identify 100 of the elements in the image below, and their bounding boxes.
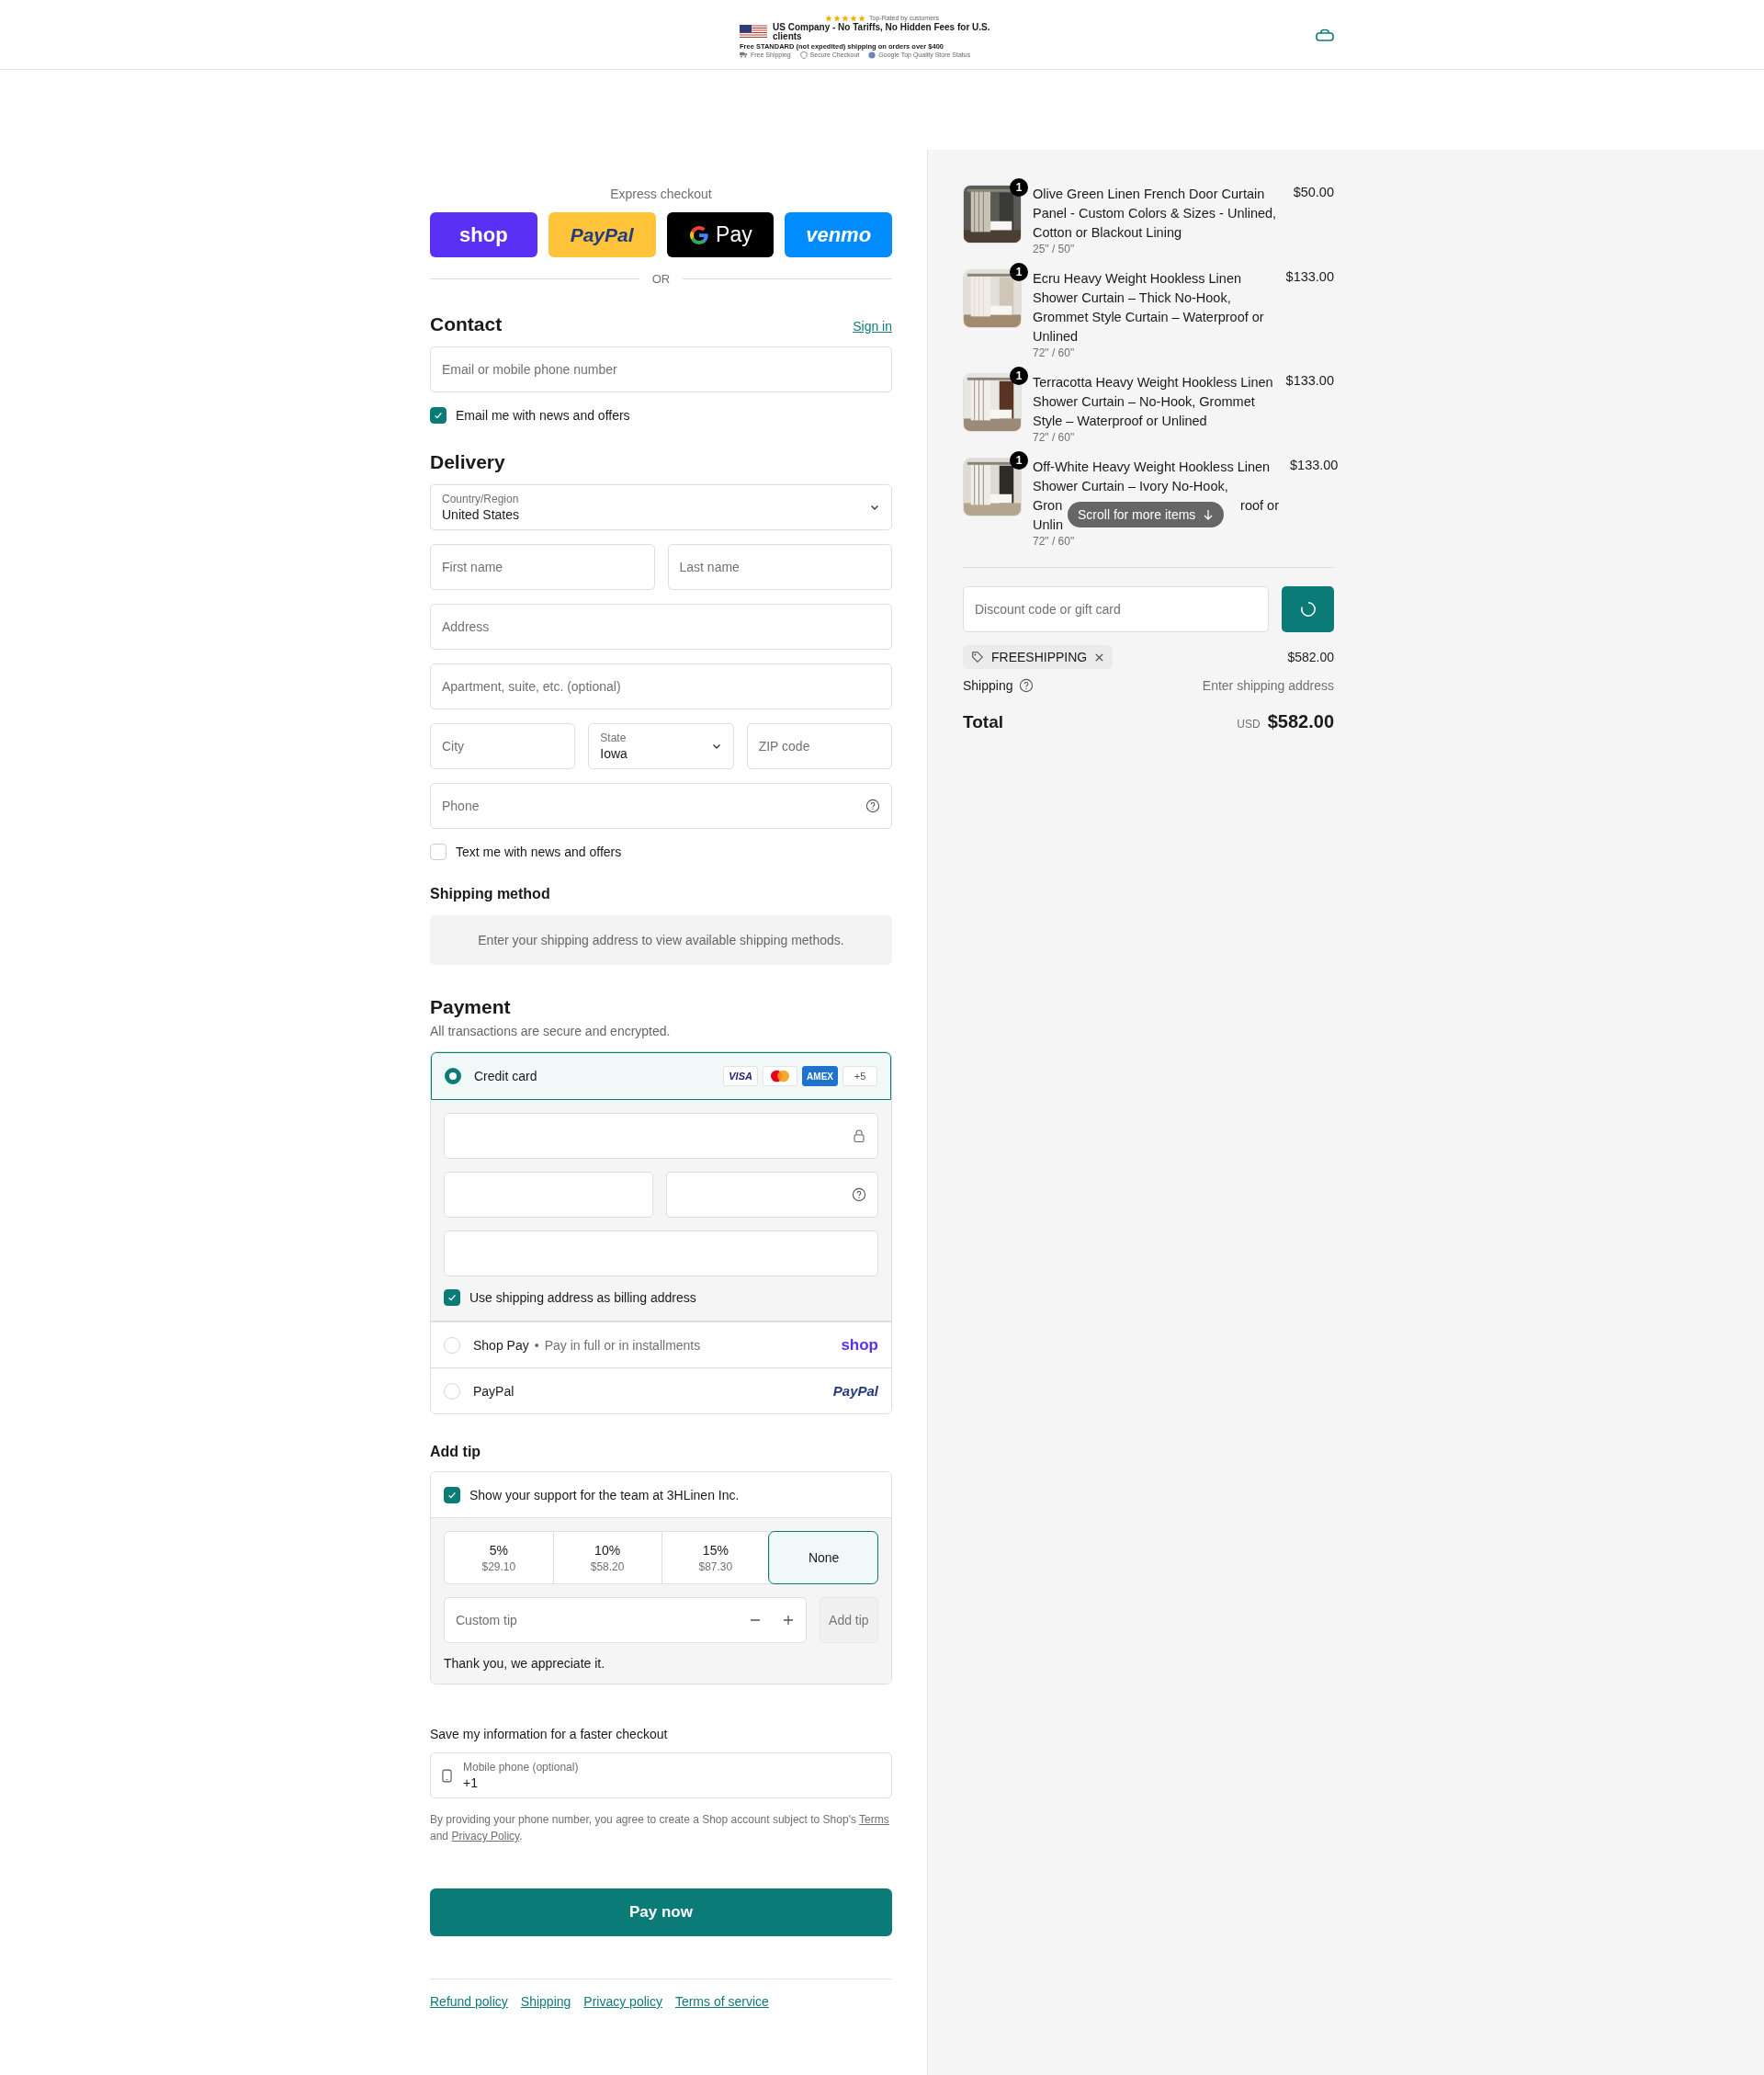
product-variant: 72" / 60"	[1033, 346, 1076, 359]
express-pay-button[interactable]: Pay	[666, 212, 775, 257]
checkbox-label: Text me with news and offers	[456, 845, 622, 859]
product-variant: 72" / 60"	[1033, 535, 1076, 548]
help-icon	[852, 1187, 866, 1202]
section-heading: Delivery	[430, 451, 506, 473]
product-variant: 25" / 50"	[1033, 243, 1076, 255]
section-heading: Contact	[430, 313, 503, 335]
phone-field[interactable]: Mobile phone (optional) +1	[430, 1752, 892, 1798]
checkbox-label: Email me with news and offers	[456, 408, 630, 423]
product-price: $133.00	[1290, 458, 1339, 474]
bag-icon[interactable]	[1316, 28, 1334, 41]
terms-link[interactable]: Terms	[859, 1813, 889, 1826]
lock-icon	[852, 1128, 866, 1143]
shipping-label: Shipping	[963, 678, 1013, 693]
truck-icon	[740, 51, 748, 58]
checkbox[interactable]	[444, 1486, 460, 1503]
info-message: Enter your shipping address to view available shipping methods.	[430, 915, 892, 965]
phone-icon	[442, 1768, 452, 1783]
footer-link[interactable]: Refund policy	[430, 1994, 508, 2009]
flag-icon	[740, 24, 767, 40]
divider-text: OR	[651, 272, 671, 286]
express-pay-button[interactable]: PayPal	[548, 212, 656, 257]
plus-icon[interactable]	[781, 1614, 795, 1627]
email-field[interactable]: Email or mobile phone number	[430, 346, 892, 392]
product-title: roof or	[1240, 497, 1279, 515]
quantity-badge: 1	[1010, 263, 1028, 281]
product-title: Gron	[1033, 497, 1063, 515]
express-pay-button[interactable]: shop	[430, 212, 537, 257]
state-select[interactable]: State Iowa	[588, 723, 734, 769]
checkbox-label: Use shipping address as billing address	[469, 1290, 696, 1305]
close-icon[interactable]	[1094, 652, 1105, 663]
shipping-value: Enter shipping address	[1202, 678, 1334, 693]
discount-code: FREESHIPPING	[991, 650, 1088, 664]
check-icon	[433, 410, 444, 421]
currency-code: USD	[1237, 718, 1261, 731]
footer-link[interactable]: Shipping	[520, 1994, 571, 2009]
input-field[interactable]	[444, 1113, 878, 1159]
banner-headline: US Company - No Tariffs, No Hidden Fees for U.S. clients	[773, 22, 991, 41]
apartment-field[interactable]: Apartment, suite, etc. (optional)	[430, 663, 892, 709]
product-price: $133.00	[1285, 269, 1334, 286]
footer-link[interactable]: Privacy policy	[583, 1994, 662, 2009]
quantity-badge: 1	[1010, 367, 1028, 385]
scroll-hint[interactable]: Scroll for more items	[1068, 502, 1225, 527]
first-name-field[interactable]: First name	[430, 544, 655, 590]
section-heading: Add tip	[430, 1444, 482, 1460]
sign-in-link[interactable]: Sign in	[853, 319, 892, 334]
thanks-text: Thank you, we appreciate it.	[444, 1656, 606, 1671]
section-subtitle: All transactions are secure and encrypted.	[430, 1024, 672, 1038]
discount-field[interactable]: Discount code or gift card	[963, 586, 1270, 632]
subtotal-amount: $582.00	[1287, 650, 1334, 664]
last-name-field[interactable]: Last name	[667, 544, 892, 590]
quantity-badge: 1	[1010, 178, 1028, 197]
product-title: Ecru Heavy Weight Hookless Linen Shower Curtain – Thick No-Hook, Grommet Style Curtain – Waterproof or Unlined	[1033, 270, 1265, 346]
section-caption: Express checkout	[609, 187, 713, 201]
product-title: Olive Green Linen French Door Curtain Panel - Custom Colors & Sizes - Unlined, Cotton or Blackout Lining	[1033, 186, 1278, 242]
city-field[interactable]: City	[430, 723, 576, 769]
product-price: $133.00	[1285, 373, 1334, 390]
section-heading: Shipping method	[430, 886, 551, 902]
shield-icon	[799, 51, 808, 59]
consent-text: By providing your phone number, you agree to create a Shop account subject to Shop's Terms and Privacy Policy.	[430, 1812, 890, 1844]
check-icon	[447, 1292, 458, 1303]
express-pay-button[interactable]: venmo	[785, 212, 892, 257]
input-field[interactable]	[666, 1172, 878, 1218]
product-price: $50.00	[1293, 185, 1334, 201]
zip-field[interactable]: ZIP code	[746, 723, 892, 769]
spinner-icon	[1299, 601, 1317, 618]
checkbox-label: Show your support for the team at 3HLinen Inc.	[469, 1487, 740, 1502]
card-brand-badge: VISA	[723, 1066, 759, 1086]
help-icon	[1018, 678, 1034, 693]
apply-button[interactable]	[1282, 586, 1334, 632]
card-brand-badge: +5	[842, 1066, 877, 1086]
total-label: Total	[963, 712, 1003, 732]
payment-option[interactable]: Credit card VISA AMEX +5	[431, 1052, 891, 1100]
radio-button[interactable]	[445, 1068, 461, 1084]
country-select[interactable]: Country/Region United States	[430, 484, 892, 530]
product-variant: 72" / 60"	[1033, 431, 1076, 444]
payment-option[interactable]: PayPal PayPal	[431, 1367, 891, 1413]
help-icon	[865, 799, 880, 813]
footer-link[interactable]: Terms of service	[674, 1994, 769, 2009]
checkbox[interactable]	[444, 1289, 460, 1306]
custom-tip-field[interactable]: Custom tip	[444, 1597, 807, 1643]
pay-now-button[interactable]: Pay now	[430, 1888, 892, 1936]
quantity-badge: 1	[1010, 451, 1028, 470]
overlapping-circles-icon	[763, 1066, 798, 1086]
total-amount: $582.00	[1267, 711, 1334, 731]
input-field[interactable]	[444, 1230, 878, 1276]
tip-option[interactable]: None	[769, 1532, 877, 1583]
section-heading: Payment	[430, 996, 512, 1018]
arrow-down-icon	[1203, 509, 1215, 520]
input-field[interactable]	[444, 1172, 653, 1218]
section-heading: Save my information for a faster checkout	[430, 1727, 669, 1741]
address-field[interactable]: Address	[430, 604, 892, 650]
seal-icon	[868, 51, 876, 59]
checkbox[interactable]	[430, 407, 447, 424]
card-brand-badge: AMEX	[802, 1066, 838, 1086]
product-title: Terracotta Heavy Weight Hookless Linen Shower Curtain – No-Hook, Grommet Style – Waterproof or Unlined	[1033, 374, 1274, 430]
tag-icon	[971, 651, 984, 663]
g-logo-icon	[688, 223, 711, 246]
custom-tip-input[interactable]: Custom tip	[456, 1598, 741, 1642]
